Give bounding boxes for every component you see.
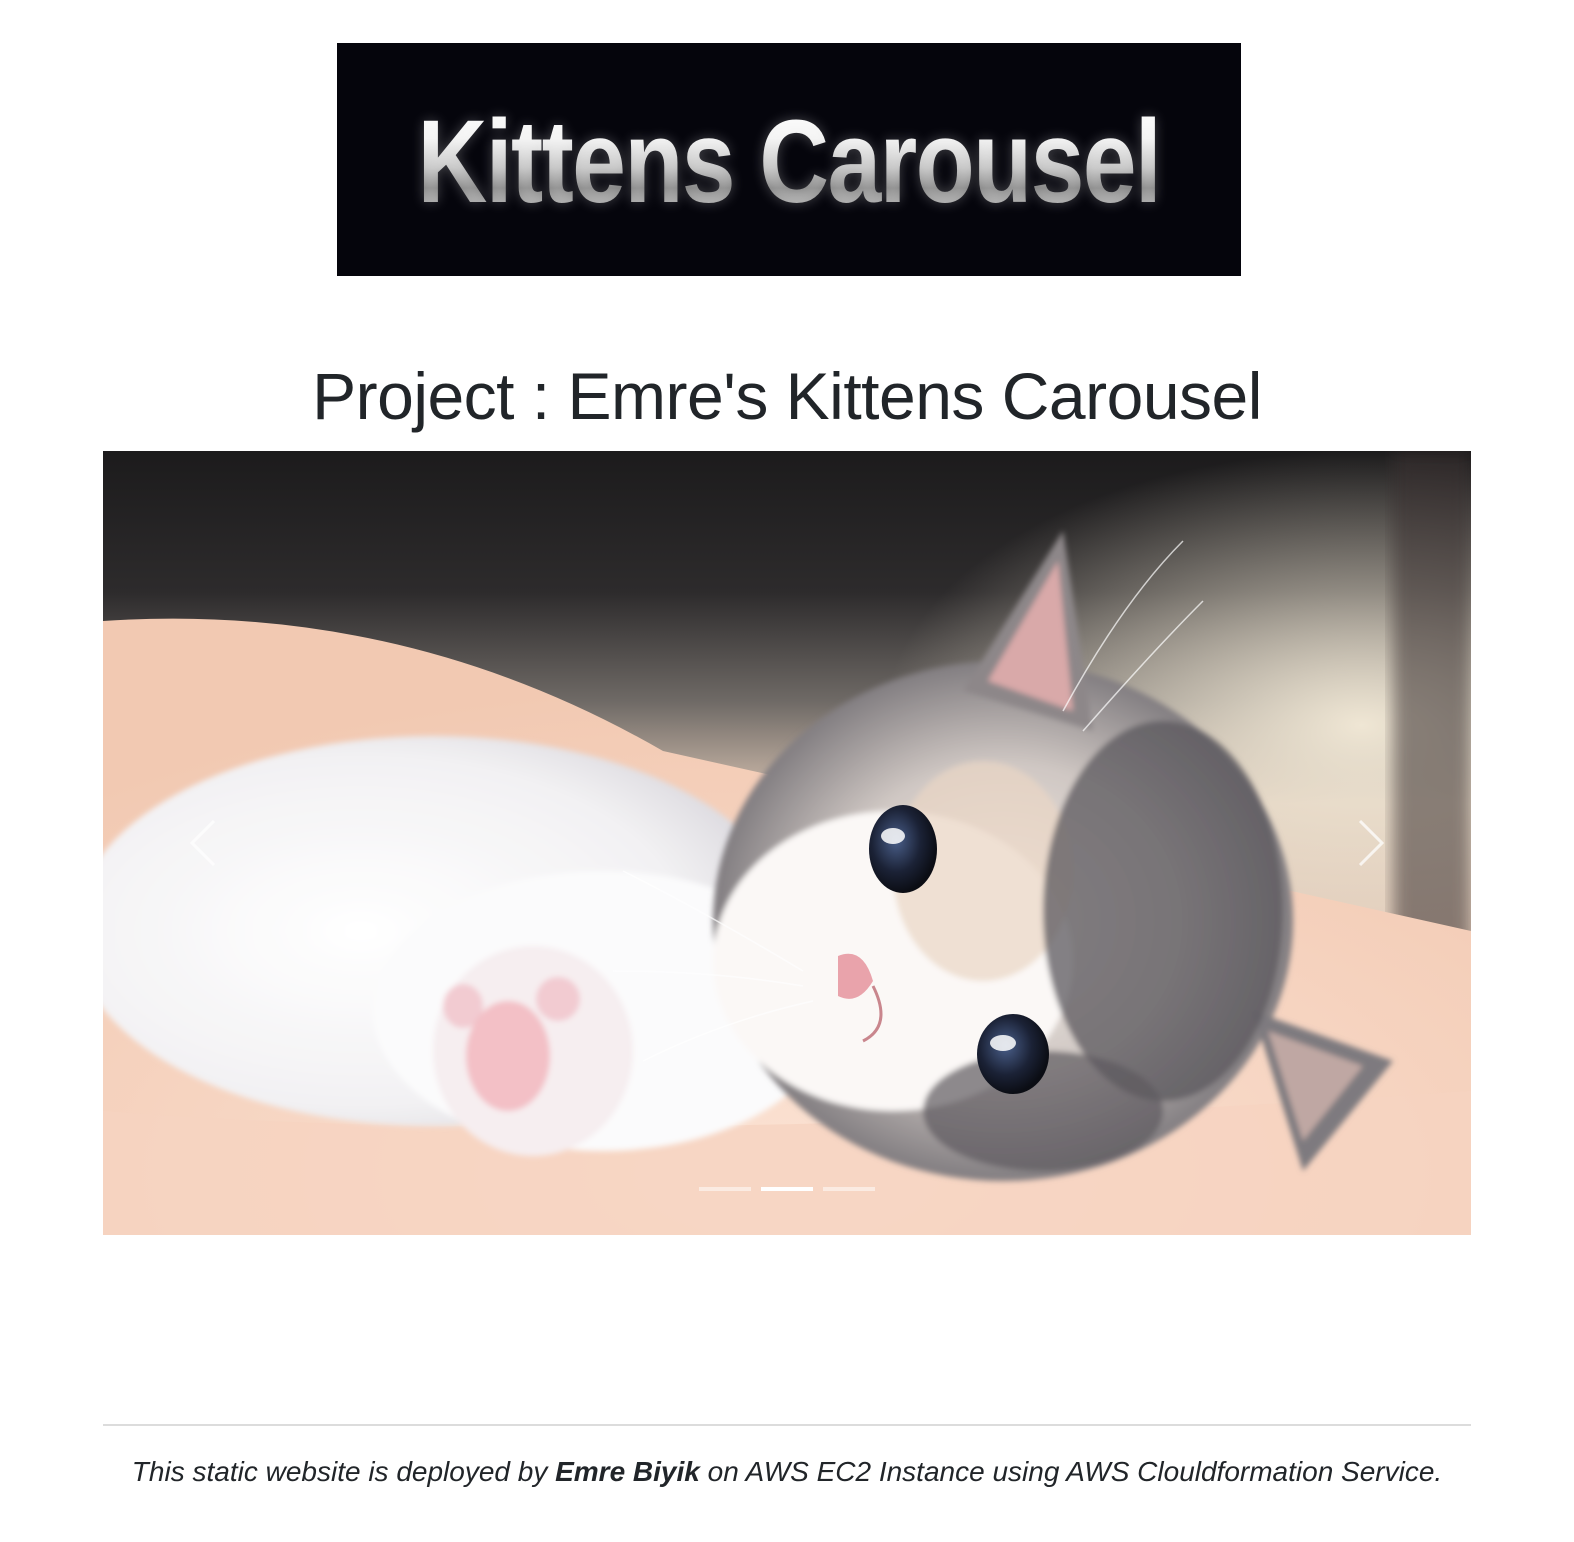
- chevron-left-icon: [189, 819, 216, 867]
- footer-text-before: This static website is deployed by: [131, 1456, 556, 1487]
- page-title: Project : Emre's Kittens Carousel: [312, 359, 1262, 433]
- site-logo-banner: Kittens Carousel: [337, 43, 1241, 276]
- chevron-right-icon: [1358, 819, 1385, 867]
- kitten-photo: [103, 451, 1471, 1235]
- footer-credit: This static website is deployed by Emre …: [0, 1454, 1574, 1490]
- carousel-indicator-2[interactable]: [761, 1187, 813, 1191]
- carousel-next-button[interactable]: [1271, 451, 1471, 1235]
- footer-author: Emre Biyik: [555, 1456, 700, 1487]
- carousel-indicators: [103, 1187, 1471, 1191]
- footer-divider: [103, 1424, 1471, 1426]
- kitten-carousel: [103, 451, 1471, 1235]
- carousel-prev-button[interactable]: [103, 451, 303, 1235]
- footer-text-after: on AWS EC2 Instance using AWS Clouldform…: [699, 1456, 1443, 1487]
- logo-text: Kittens Carousel: [417, 95, 1162, 228]
- carousel-indicator-1[interactable]: [699, 1187, 751, 1191]
- carousel-indicator-3[interactable]: [823, 1187, 875, 1191]
